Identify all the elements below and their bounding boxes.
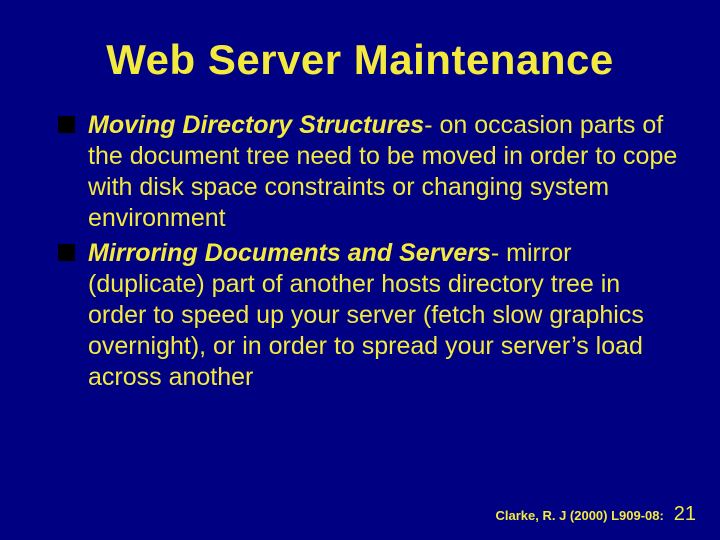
bullet-lead: Mirroring Documents and Servers bbox=[88, 239, 491, 267]
slide-title: Web Server Maintenance bbox=[0, 0, 720, 104]
slide-footer: Clarke, R. J (2000) L909-08: 21 bbox=[495, 503, 696, 526]
page-number: 21 bbox=[674, 503, 696, 525]
footer-citation: Clarke, R. J (2000) L909-08: bbox=[495, 508, 663, 523]
bullet-item: Mirroring Documents and Servers- mirror … bbox=[58, 238, 680, 393]
bullet-lead: Moving Directory Structures bbox=[88, 111, 424, 139]
slide-body: Moving Directory Structures- on occasion… bbox=[0, 104, 720, 393]
slide: Web Server Maintenance Moving Directory … bbox=[0, 0, 720, 540]
bullet-item: Moving Directory Structures- on occasion… bbox=[58, 110, 680, 234]
